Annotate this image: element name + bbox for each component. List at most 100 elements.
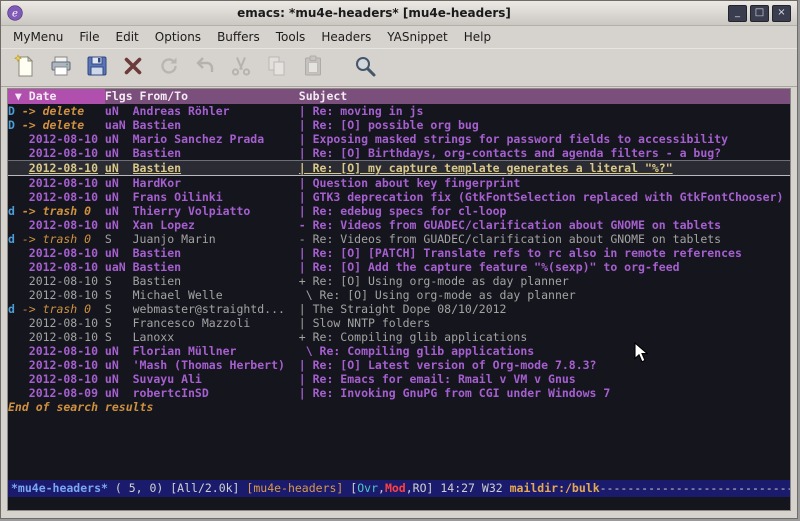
modeline-segment: ----------------------------------------… — [600, 481, 790, 495]
undo-button — [189, 53, 221, 83]
mark-flag — [8, 132, 22, 146]
message-date: 2012-08-10 — [22, 288, 105, 302]
revert-button — [153, 53, 185, 83]
copy-icon — [265, 54, 289, 81]
close-buffer-icon — [121, 54, 145, 81]
message-row[interactable]: 2012-08-10uNMario Sanchez Prada| Exposin… — [8, 132, 790, 146]
menu-options[interactable]: Options — [147, 28, 209, 46]
sort-by-date-header[interactable]: ▼ Date — [8, 89, 105, 104]
message-date: 2012-08-10 — [22, 190, 105, 204]
modeline-segment: Ovr — [357, 481, 378, 495]
message-from: webmaster@straightd... — [133, 302, 299, 316]
menu-edit[interactable]: Edit — [108, 28, 147, 46]
new-file-button[interactable] — [9, 53, 41, 83]
menu-buffers[interactable]: Buffers — [209, 28, 268, 46]
cut-icon — [229, 54, 253, 81]
message-row[interactable]: 2012-08-10SBastien+ Re: [O] Using org-mo… — [8, 274, 790, 288]
message-row[interactable]: 2012-08-10uNBastien| Re: [O] my capture … — [8, 160, 790, 176]
message-flags: S — [105, 316, 133, 330]
message-flags: S — [105, 232, 133, 246]
mu4e-headers-buffer[interactable]: D-> deleteuNAndreas Röhler| Re: moving i… — [8, 104, 790, 480]
message-row[interactable]: 2012-08-10uNBastien| Re: [O] Birthdays, … — [8, 146, 790, 160]
message-subject: | Re: Emacs for email: Rmail v VM v Gnus — [299, 372, 790, 386]
message-subject: \ Re: [O] Using org-mode as day planner — [299, 288, 790, 302]
menu-mymenu[interactable]: MyMenu — [5, 28, 71, 46]
search-button[interactable] — [349, 53, 381, 83]
message-subject: - Re: Videos from GUADEC/clarification a… — [299, 232, 790, 246]
menu-yasnippet[interactable]: YASnippet — [379, 28, 456, 46]
message-from: robertcInSD — [133, 386, 299, 400]
message-subject: | Re: [O] Add the capture feature "%(sex… — [299, 260, 790, 274]
emacs-frame: ▼ Date Flgs From/To Subject D-> deleteuN… — [7, 88, 791, 511]
message-row[interactable]: d-> trash 0SJuanjo Marin- Re: Videos fro… — [8, 232, 790, 246]
message-flags: uN — [105, 246, 133, 260]
message-flags: uN — [105, 104, 133, 118]
message-flags: uN — [105, 218, 133, 232]
menu-headers[interactable]: Headers — [313, 28, 379, 46]
modeline-segment: [mu4e-headers] — [246, 481, 343, 495]
message-subject: | Re: [O] possible org bug — [299, 118, 790, 132]
menu-file[interactable]: File — [71, 28, 107, 46]
message-row[interactable]: 2012-08-09uNrobertcInSD| Re: Invoking Gn… — [8, 386, 790, 400]
message-subject: | Re: [O] my capture template generates … — [299, 161, 790, 175]
undo-icon — [193, 54, 217, 81]
message-row[interactable]: 2012-08-10SLanoxx+ Re: Compiling glib ap… — [8, 330, 790, 344]
message-row[interactable]: 2012-08-10SMichael Welle \ Re: [O] Using… — [8, 288, 790, 302]
mark-flag — [8, 161, 22, 175]
revert-icon — [157, 54, 181, 81]
mark-flag — [8, 316, 22, 330]
message-row[interactable]: 2012-08-10uNHardKor| Question about key … — [8, 176, 790, 190]
message-from: Lanoxx — [133, 330, 299, 344]
save-button[interactable] — [81, 53, 113, 83]
message-subject: | Re: edebug specs for cl-loop — [299, 204, 790, 218]
message-row[interactable]: D-> deleteuaNBastien| Re: [O] possible o… — [8, 118, 790, 132]
save-icon — [85, 54, 109, 81]
message-row[interactable]: 2012-08-10uN'Mash (Thomas Herbert)| Re: … — [8, 358, 790, 372]
new-file-icon — [13, 54, 37, 81]
message-row[interactable]: 2012-08-10uNFlorian Müllner \ Re: Compil… — [8, 344, 790, 358]
message-row[interactable]: 2012-08-10uNFrans Oilinki| GTK3 deprecat… — [8, 190, 790, 204]
subject-column-header[interactable]: Subject — [299, 89, 790, 104]
from-column-header[interactable]: From/To — [140, 89, 299, 104]
message-row[interactable]: 2012-08-10uaNBastien| Re: [O] Add the ca… — [8, 260, 790, 274]
menu-tools[interactable]: Tools — [268, 28, 314, 46]
maximize-button[interactable]: □ — [750, 5, 769, 22]
message-flags: uaN — [105, 260, 133, 274]
minimize-button[interactable]: _ — [728, 5, 747, 22]
print-icon — [49, 54, 73, 81]
mark-flag — [8, 386, 22, 400]
message-flags: uaN — [105, 118, 133, 132]
mark-flag: d — [8, 204, 22, 218]
message-date: 2012-08-10 — [22, 316, 105, 330]
message-row[interactable]: 2012-08-10SFrancesco Mazzoli| Slow NNTP … — [8, 316, 790, 330]
message-row[interactable]: d-> trash 0Swebmaster@straightd...| The … — [8, 302, 790, 316]
message-flags: uN — [105, 386, 133, 400]
mark-action: -> trash 0 — [22, 302, 105, 316]
mark-flag — [8, 288, 22, 302]
mark-flag — [8, 146, 22, 160]
message-date: 2012-08-10 — [22, 358, 105, 372]
message-flags: S — [105, 330, 133, 344]
copy-button — [261, 53, 293, 83]
close-buffer-button[interactable] — [117, 53, 149, 83]
message-subject: \ Re: Compiling glib applications — [299, 344, 790, 358]
close-button[interactable]: × — [772, 5, 791, 22]
mark-flag — [8, 176, 22, 190]
mark-flag — [8, 218, 22, 232]
modeline-segment: maildir:/bulk — [510, 481, 600, 495]
message-flags: S — [105, 288, 133, 302]
svg-text:e: e — [12, 8, 18, 19]
menu-help[interactable]: Help — [456, 28, 499, 46]
flags-column-header[interactable]: Flgs — [105, 89, 140, 104]
message-row[interactable]: D-> deleteuNAndreas Röhler| Re: moving i… — [8, 104, 790, 118]
print-button[interactable] — [45, 53, 77, 83]
title-bar[interactable]: e emacs: *mu4e-headers* [mu4e-headers] _… — [1, 1, 797, 26]
message-row[interactable]: d-> trash 0uNThierry Volpiatto| Re: edeb… — [8, 204, 790, 218]
message-row[interactable]: 2012-08-10uNBastien| Re: [O] [PATCH] Tra… — [8, 246, 790, 260]
message-date: 2012-08-10 — [22, 146, 105, 160]
echo-area[interactable] — [8, 497, 790, 510]
message-from: Xan Lopez — [133, 218, 299, 232]
message-row[interactable]: 2012-08-10uNXan Lopez- Re: Videos from G… — [8, 218, 790, 232]
emacs-window: e emacs: *mu4e-headers* [mu4e-headers] _… — [0, 0, 798, 519]
message-row[interactable]: 2012-08-10uNSuvayu Ali| Re: Emacs for em… — [8, 372, 790, 386]
